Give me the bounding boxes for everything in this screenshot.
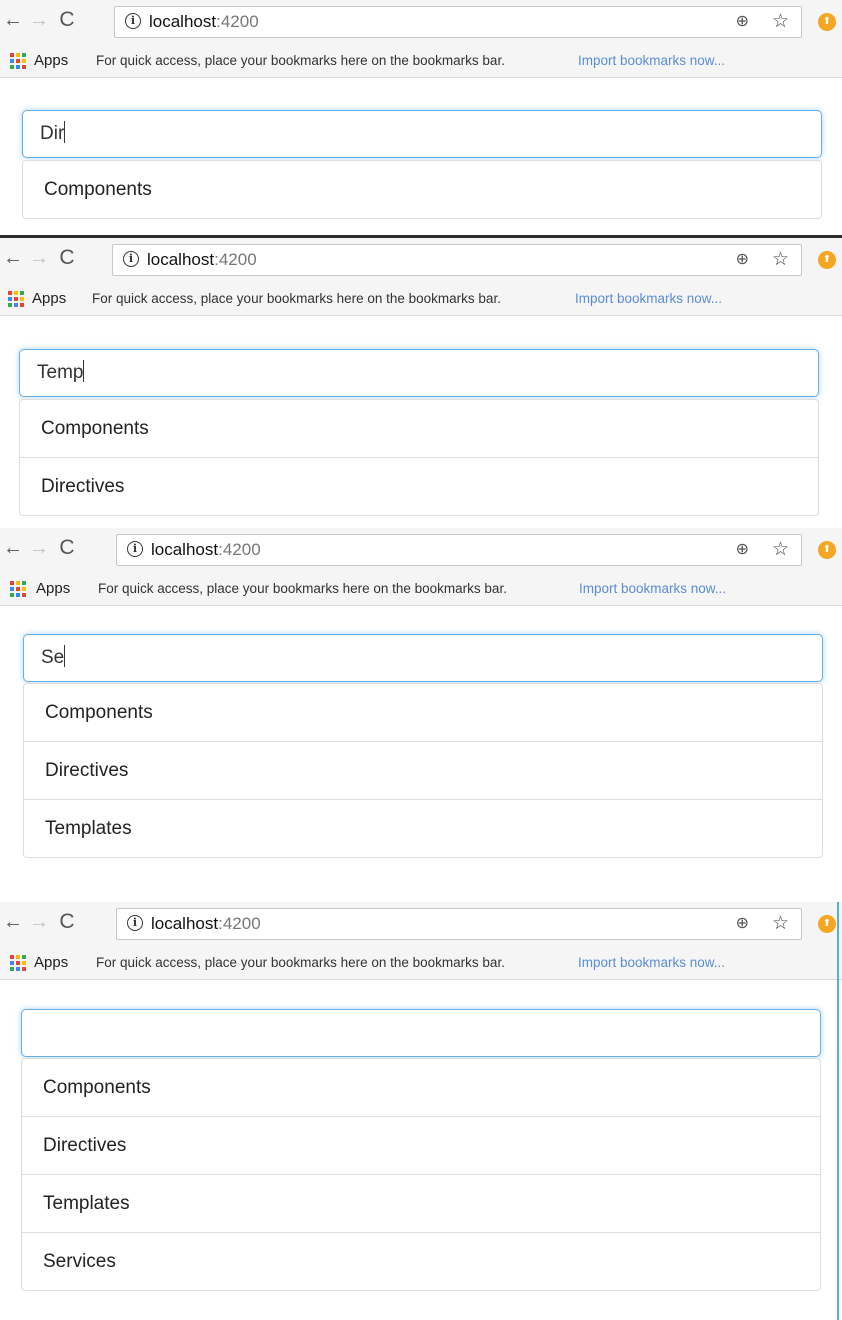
search-input-value: Dir: [40, 123, 65, 144]
address-bar[interactable]: i localhost:4200 ⊕ ☆: [114, 6, 802, 38]
browser-panel-2: ← → C i localhost:4200 ⊕ ☆ ⬆ Apps For qu…: [0, 235, 842, 526]
list-item[interactable]: Components: [22, 1059, 820, 1116]
reload-icon[interactable]: C: [56, 8, 78, 32]
browser-toolbar: ← → C i localhost:4200 ⊕ ☆ ⬆: [0, 238, 842, 282]
bookmarks-hint: For quick access, place your bookmarks h…: [98, 581, 507, 596]
list-item[interactable]: Directives: [24, 741, 822, 799]
apps-shortcut[interactable]: Apps: [34, 52, 68, 69]
text-caret: [64, 645, 66, 667]
reload-icon[interactable]: C: [56, 536, 78, 560]
import-bookmarks-link[interactable]: Import bookmarks now...: [578, 53, 725, 68]
list-item[interactable]: Templates: [24, 799, 822, 857]
browser-toolbar: ← → C i localhost:4200 ⊕ ☆ ⬆: [0, 0, 842, 44]
browser-panel-1: ← → C i localhost:4200 ⊕ ☆ ⬆ Apps For qu…: [0, 0, 842, 232]
import-bookmarks-link[interactable]: Import bookmarks now...: [579, 581, 726, 596]
info-icon[interactable]: i: [127, 541, 143, 557]
forward-icon[interactable]: →: [28, 536, 50, 560]
forward-icon[interactable]: →: [28, 246, 50, 270]
extension-icon[interactable]: ⬆: [818, 251, 836, 269]
url-text: localhost:4200: [147, 250, 257, 269]
text-caret: [83, 360, 85, 382]
list-item[interactable]: Directives: [20, 457, 818, 515]
bookmarks-bar: Apps For quick access, place your bookma…: [0, 572, 842, 606]
back-icon[interactable]: ←: [2, 536, 24, 560]
list-item[interactable]: Components: [24, 684, 822, 741]
list-item[interactable]: Components: [20, 400, 818, 457]
back-icon[interactable]: ←: [2, 8, 24, 32]
results-list: Components Directives Templates Services: [21, 1058, 821, 1291]
results-list: Components: [22, 160, 822, 219]
zoom-icon[interactable]: ⊕: [736, 914, 749, 934]
browser-toolbar: ← → C i localhost:4200 ⊕ ☆ ⬆: [0, 902, 842, 946]
list-item[interactable]: Directives: [22, 1116, 820, 1174]
search-input-value: Temp: [37, 362, 84, 383]
import-bookmarks-link[interactable]: Import bookmarks now...: [578, 955, 725, 970]
bookmarks-hint: For quick access, place your bookmarks h…: [96, 53, 505, 68]
search-input[interactable]: Temp: [19, 349, 819, 397]
results-list: Components Directives Templates: [23, 683, 823, 858]
extension-icon[interactable]: ⬆: [818, 541, 836, 559]
browser-panel-4: ← → C i localhost:4200 ⊕ ☆ ⬆ Apps For qu…: [0, 902, 842, 1320]
list-item[interactable]: Components: [23, 161, 821, 218]
search-input[interactable]: Se: [23, 634, 823, 682]
browser-toolbar: ← → C i localhost:4200 ⊕ ☆ ⬆: [0, 528, 842, 572]
search-input[interactable]: Dir: [22, 110, 822, 158]
bookmarks-hint: For quick access, place your bookmarks h…: [92, 291, 501, 306]
apps-shortcut[interactable]: Apps: [36, 580, 70, 597]
bookmarks-bar: Apps For quick access, place your bookma…: [0, 946, 842, 980]
info-icon[interactable]: i: [127, 915, 143, 931]
address-bar[interactable]: i localhost:4200 ⊕ ☆: [116, 908, 802, 940]
bookmarks-bar: Apps For quick access, place your bookma…: [0, 282, 842, 316]
url-text: localhost:4200: [151, 914, 261, 933]
address-bar[interactable]: i localhost:4200 ⊕ ☆: [112, 244, 802, 276]
zoom-icon[interactable]: ⊕: [736, 250, 749, 270]
search-input-value: Se: [41, 647, 65, 668]
reload-icon[interactable]: C: [56, 246, 78, 270]
apps-icon[interactable]: [10, 581, 26, 597]
url-text: localhost:4200: [149, 12, 259, 31]
zoom-icon[interactable]: ⊕: [736, 540, 749, 560]
browser-panel-3: ← → C i localhost:4200 ⊕ ☆ ⬆ Apps For qu…: [0, 528, 842, 868]
import-bookmarks-link[interactable]: Import bookmarks now...: [575, 291, 722, 306]
text-caret: [64, 121, 66, 143]
star-icon[interactable]: ☆: [772, 539, 789, 561]
apps-shortcut[interactable]: Apps: [34, 954, 68, 971]
info-icon[interactable]: i: [125, 13, 141, 29]
apps-icon[interactable]: [8, 291, 24, 307]
extension-icon[interactable]: ⬆: [818, 13, 836, 31]
back-icon[interactable]: ←: [2, 246, 24, 270]
reload-icon[interactable]: C: [56, 910, 78, 934]
url-text: localhost:4200: [151, 540, 261, 559]
apps-icon[interactable]: [10, 955, 26, 971]
forward-icon[interactable]: →: [28, 910, 50, 934]
star-icon[interactable]: ☆: [772, 11, 789, 33]
search-input[interactable]: [21, 1009, 821, 1057]
back-icon[interactable]: ←: [2, 910, 24, 934]
bookmarks-bar: Apps For quick access, place your bookma…: [0, 44, 842, 78]
apps-icon[interactable]: [10, 53, 26, 69]
extension-icon[interactable]: ⬆: [818, 915, 836, 933]
info-icon[interactable]: i: [123, 251, 139, 267]
list-item[interactable]: Services: [22, 1232, 820, 1290]
results-list: Components Directives: [19, 399, 819, 516]
window-edge-line: [837, 902, 839, 1320]
apps-shortcut[interactable]: Apps: [32, 290, 66, 307]
address-bar[interactable]: i localhost:4200 ⊕ ☆: [116, 534, 802, 566]
star-icon[interactable]: ☆: [772, 913, 789, 935]
zoom-icon[interactable]: ⊕: [736, 12, 749, 32]
star-icon[interactable]: ☆: [772, 249, 789, 271]
bookmarks-hint: For quick access, place your bookmarks h…: [96, 955, 505, 970]
list-item[interactable]: Templates: [22, 1174, 820, 1232]
forward-icon[interactable]: →: [28, 8, 50, 32]
